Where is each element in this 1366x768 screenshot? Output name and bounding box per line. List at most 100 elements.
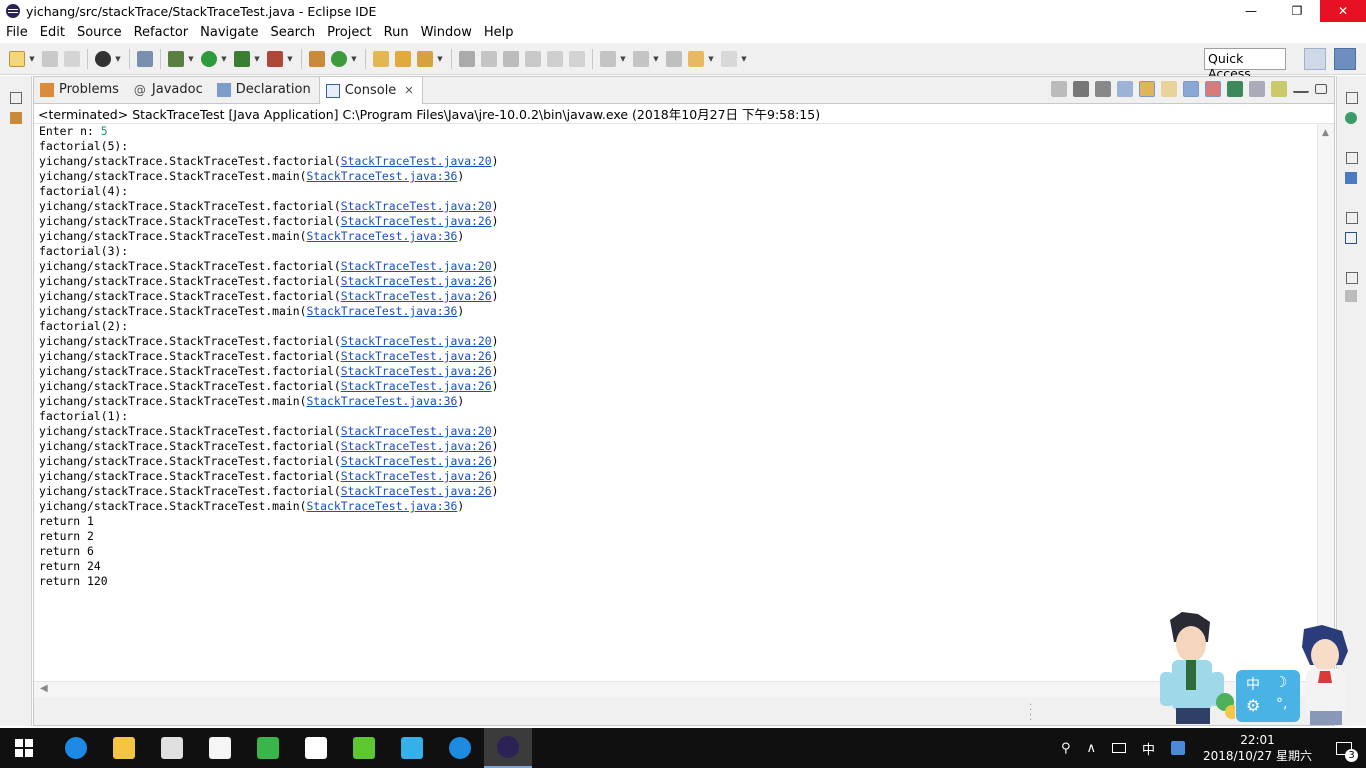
stack-trace-link[interactable]: StackTraceTest.java:36 bbox=[306, 169, 457, 183]
menu-window[interactable]: Window bbox=[415, 25, 478, 40]
show-on-stdout-icon[interactable] bbox=[1183, 81, 1199, 97]
tab-problems[interactable]: Problems bbox=[34, 76, 127, 103]
search-dropdown-icon[interactable]: ▼ bbox=[436, 55, 444, 63]
run-dropdown-icon[interactable]: ▼ bbox=[220, 55, 228, 63]
stack-trace-link[interactable]: StackTraceTest.java:26 bbox=[341, 214, 492, 228]
menu-run[interactable]: Run bbox=[378, 25, 415, 40]
ime-toolbar[interactable]: 中 ☽ ⚙ °, bbox=[1236, 670, 1300, 722]
minimize-button[interactable]: — bbox=[1228, 0, 1274, 22]
terminate-icon[interactable] bbox=[1051, 81, 1067, 97]
stack-trace-link[interactable]: StackTraceTest.java:36 bbox=[306, 229, 457, 243]
taskbar-button[interactable] bbox=[340, 728, 388, 768]
stack-trace-link[interactable]: StackTraceTest.java:26 bbox=[341, 469, 492, 483]
next-annotation-dropdown-icon[interactable]: ▼ bbox=[619, 55, 627, 63]
maximize-button[interactable]: ❐ bbox=[1274, 0, 1320, 22]
new-dropdown-icon[interactable]: ▼ bbox=[28, 55, 36, 63]
stack-trace-link[interactable]: StackTraceTest.java:26 bbox=[341, 364, 492, 378]
open-console-icon[interactable] bbox=[1271, 81, 1287, 97]
prev-annotation-dropdown-icon[interactable]: ▼ bbox=[652, 55, 660, 63]
debug-dropdown-icon[interactable]: ▼ bbox=[187, 55, 195, 63]
taskbar-button[interactable] bbox=[52, 728, 100, 768]
taskbar-button[interactable] bbox=[196, 728, 244, 768]
show-whitespace-icon[interactable] bbox=[547, 50, 563, 67]
save-all-icon[interactable] bbox=[64, 50, 80, 67]
tab-console[interactable]: Console ✕ bbox=[318, 76, 423, 104]
edit-icon[interactable] bbox=[481, 50, 497, 67]
block-select-icon[interactable] bbox=[525, 50, 541, 67]
remove-launch-icon[interactable] bbox=[1073, 81, 1089, 97]
new-class-dropdown-icon[interactable]: ▼ bbox=[350, 55, 358, 63]
new-icon[interactable] bbox=[9, 50, 25, 67]
ime-language-label[interactable]: 中 bbox=[1246, 674, 1260, 694]
taskbar-button[interactable] bbox=[436, 728, 484, 768]
paragraph-icon[interactable] bbox=[569, 50, 585, 67]
package-explorer-icon[interactable] bbox=[10, 112, 22, 124]
menu-help[interactable]: Help bbox=[478, 25, 520, 40]
console-output[interactable]: Enter n: 5 factorial(5): yichang/stackTrac… bbox=[34, 124, 1314, 684]
taskbar-button[interactable] bbox=[244, 728, 292, 768]
taskbar-button[interactable] bbox=[388, 728, 436, 768]
stack-trace-link[interactable]: StackTraceTest.java:26 bbox=[341, 349, 492, 363]
prev-annotation-icon[interactable] bbox=[633, 50, 649, 67]
stack-trace-link[interactable]: StackTraceTest.java:26 bbox=[341, 289, 492, 303]
view-icon[interactable] bbox=[1345, 232, 1357, 244]
maximize-view-icon[interactable] bbox=[1315, 84, 1327, 94]
coverage-dropdown-icon[interactable]: ▼ bbox=[253, 55, 261, 63]
skip-breakpoints-icon[interactable] bbox=[137, 50, 153, 67]
horizontal-scrollbar[interactable]: ◀ bbox=[34, 681, 1317, 697]
clear-console-icon[interactable] bbox=[1117, 81, 1133, 97]
start-button[interactable] bbox=[0, 728, 48, 768]
external-tools-icon[interactable] bbox=[267, 50, 283, 67]
taskbar-button[interactable] bbox=[292, 728, 340, 768]
scroll-left-icon[interactable]: ◀ bbox=[40, 683, 48, 694]
external-tools-dropdown-icon[interactable]: ▼ bbox=[286, 55, 294, 63]
search-icon[interactable] bbox=[417, 50, 433, 67]
stack-trace-link[interactable]: StackTraceTest.java:20 bbox=[341, 424, 492, 438]
back-icon[interactable] bbox=[688, 50, 704, 67]
back-dropdown-icon[interactable]: ▼ bbox=[707, 55, 715, 63]
forward-dropdown-icon[interactable]: ▼ bbox=[740, 55, 748, 63]
scroll-up-icon[interactable]: ▲ bbox=[1322, 128, 1329, 138]
run-icon[interactable] bbox=[201, 50, 217, 67]
document-icon[interactable] bbox=[1345, 290, 1357, 302]
scroll-lock-icon[interactable] bbox=[1139, 81, 1155, 97]
forward-icon[interactable] bbox=[721, 50, 737, 67]
restore-icon[interactable] bbox=[1346, 92, 1358, 104]
toggle-mark-icon[interactable] bbox=[459, 50, 475, 67]
action-center-button[interactable]: 3 bbox=[1322, 728, 1366, 768]
restore-icon[interactable] bbox=[1346, 272, 1358, 284]
save-icon[interactable] bbox=[42, 50, 58, 67]
display-console-icon[interactable] bbox=[1249, 81, 1265, 97]
menu-search[interactable]: Search bbox=[264, 25, 321, 40]
task-list-icon[interactable] bbox=[1345, 112, 1357, 124]
remove-all-terminated-icon[interactable] bbox=[1095, 81, 1111, 97]
stack-trace-link[interactable]: StackTraceTest.java:20 bbox=[341, 259, 492, 273]
menu-source[interactable]: Source bbox=[71, 25, 128, 40]
moon-icon[interactable]: ☽ bbox=[1274, 673, 1287, 691]
outline-icon[interactable] bbox=[1345, 172, 1357, 184]
java-perspective-icon[interactable] bbox=[1334, 48, 1356, 70]
next-annotation-icon[interactable] bbox=[600, 50, 616, 67]
open-perspective-icon[interactable] bbox=[1304, 48, 1326, 70]
stack-trace-link[interactable]: StackTraceTest.java:20 bbox=[341, 154, 492, 168]
coverage-icon[interactable] bbox=[234, 50, 250, 67]
people-icon[interactable]: ⚲ bbox=[1061, 741, 1071, 756]
stack-trace-link[interactable]: StackTraceTest.java:26 bbox=[341, 379, 492, 393]
annotation-icon[interactable] bbox=[503, 50, 519, 67]
word-wrap-icon[interactable] bbox=[1161, 81, 1177, 97]
stack-trace-link[interactable]: StackTraceTest.java:20 bbox=[341, 334, 492, 348]
taskbar-button[interactable] bbox=[148, 728, 196, 768]
menu-edit[interactable]: Edit bbox=[34, 25, 71, 40]
gear-icon[interactable]: ⚙ bbox=[1246, 696, 1260, 715]
tray-app-icon[interactable] bbox=[1171, 741, 1186, 755]
show-on-stderr-icon[interactable] bbox=[1205, 81, 1221, 97]
input-mode-label[interactable]: 中 bbox=[1142, 739, 1155, 758]
punctuation-icon[interactable]: °, bbox=[1276, 696, 1287, 712]
stack-trace-link[interactable]: StackTraceTest.java:20 bbox=[341, 199, 492, 213]
restore-icon[interactable] bbox=[1346, 152, 1358, 164]
restore-icon[interactable] bbox=[10, 92, 22, 104]
menu-navigate[interactable]: Navigate bbox=[194, 25, 264, 40]
minimize-view-icon[interactable] bbox=[1293, 85, 1309, 93]
close-button[interactable]: ✕ bbox=[1320, 0, 1366, 22]
open-task-icon[interactable] bbox=[395, 50, 411, 67]
